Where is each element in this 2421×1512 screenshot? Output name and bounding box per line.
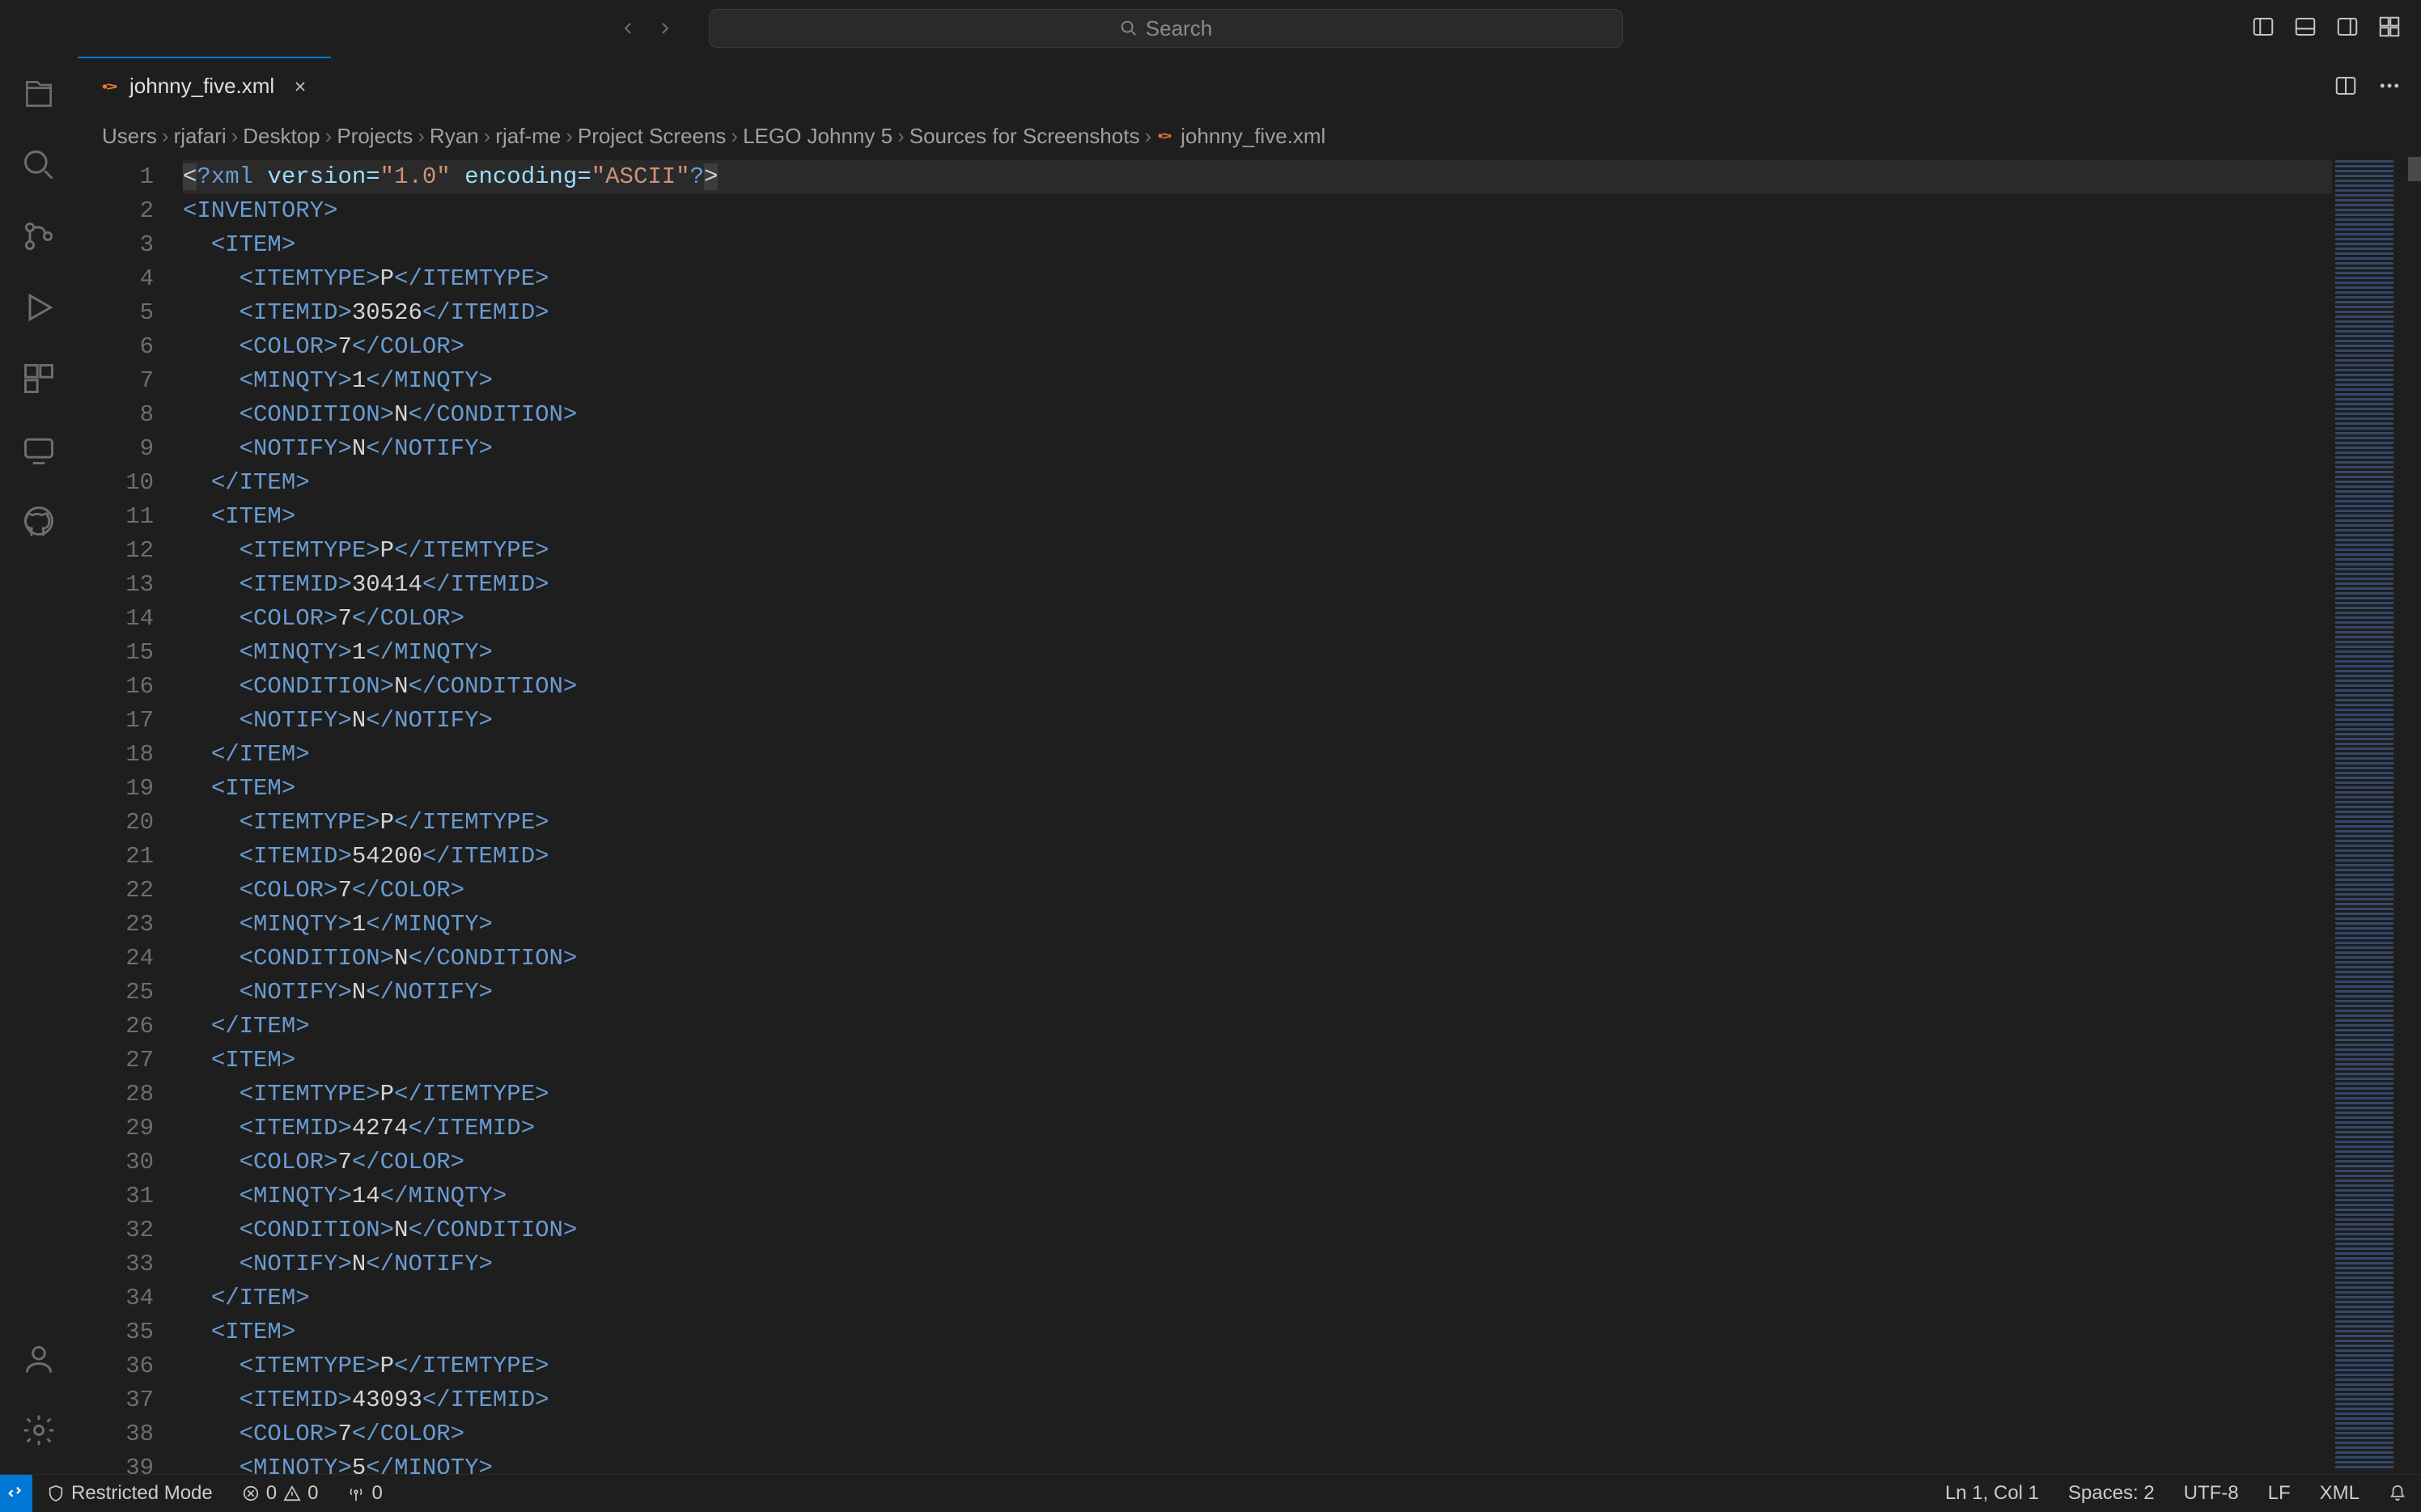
breadcrumb-item[interactable]: johnny_five.xml — [1181, 124, 1325, 149]
toggle-primary-sidebar-button[interactable] — [2251, 15, 2279, 42]
encoding-button[interactable]: UTF-8 — [2169, 1482, 2254, 1505]
problems-button[interactable]: 0 0 — [227, 1482, 333, 1505]
minimap[interactable] — [2332, 157, 2397, 1474]
accounts-button[interactable] — [18, 1338, 60, 1380]
search-tab[interactable] — [18, 144, 60, 186]
title-bar: Search — [0, 0, 2421, 57]
explorer-tab[interactable] — [18, 73, 60, 115]
editor-tabs: johnny_five.xml — [78, 57, 2421, 115]
settings-button[interactable] — [18, 1409, 60, 1451]
language-mode-button[interactable]: XML — [2305, 1482, 2374, 1505]
breadcrumb-item[interactable]: Sources for Screenshots — [909, 124, 1140, 149]
bell-icon — [2389, 1484, 2406, 1502]
status-bar: Restricted Mode 0 0 0 Ln 1, Col 1 Spaces… — [0, 1474, 2421, 1511]
remote-button[interactable] — [0, 1475, 32, 1512]
cursor-position-button[interactable]: Ln 1, Col 1 — [1931, 1482, 2054, 1505]
remote-explorer-tab[interactable] — [18, 429, 60, 471]
run-debug-tab[interactable] — [18, 286, 60, 328]
command-center-search[interactable]: Search — [709, 9, 1623, 48]
nav-forward-button[interactable] — [651, 14, 680, 43]
breadcrumb-item[interactable]: Project Screens — [578, 124, 727, 149]
breadcrumb-item[interactable]: Desktop — [243, 124, 320, 149]
code-content[interactable]: <?xml version="1.0" encoding="ASCII"?><I… — [183, 157, 2332, 1474]
radio-tower-icon — [347, 1484, 365, 1502]
xml-file-icon — [100, 78, 118, 95]
notifications-button[interactable] — [2374, 1482, 2421, 1505]
indentation-button[interactable]: Spaces: 2 — [2054, 1482, 2169, 1505]
more-actions-button[interactable] — [2377, 74, 2402, 98]
extensions-tab[interactable] — [18, 358, 60, 400]
error-count: 0 — [266, 1482, 277, 1505]
vertical-scrollbar[interactable] — [2397, 157, 2421, 1474]
search-icon — [1120, 19, 1138, 37]
port-count: 0 — [371, 1482, 382, 1505]
restricted-mode-button[interactable]: Restricted Mode — [32, 1482, 227, 1505]
warning-icon — [283, 1484, 301, 1502]
shield-icon — [47, 1484, 65, 1502]
close-icon[interactable] — [292, 78, 308, 95]
breadcrumb-item[interactable]: Projects — [337, 124, 413, 149]
search-placeholder: Search — [1146, 16, 1212, 41]
breadcrumbs[interactable]: Users › rjafari › Desktop › Projects › R… — [78, 115, 2421, 157]
activity-bar — [0, 57, 78, 1474]
github-tab[interactable] — [18, 500, 60, 542]
breadcrumb-item[interactable]: rjaf-me — [495, 124, 561, 149]
warning-count: 0 — [307, 1482, 318, 1505]
xml-file-icon — [1156, 128, 1172, 144]
tab-johnny-five-xml[interactable]: johnny_five.xml — [78, 57, 331, 114]
breadcrumb-item[interactable]: Users — [102, 124, 157, 149]
toggle-panel-button[interactable] — [2293, 15, 2321, 42]
line-number-gutter: 1234567891011121314151617181920212223242… — [78, 157, 183, 1474]
source-control-tab[interactable] — [18, 215, 60, 257]
editor[interactable]: 1234567891011121314151617181920212223242… — [78, 157, 2421, 1474]
tab-label: johnny_five.xml — [129, 74, 274, 99]
nav-back-button[interactable] — [613, 14, 642, 43]
breadcrumb-item[interactable]: Ryan — [430, 124, 479, 149]
breadcrumb-item[interactable]: LEGO Johnny 5 — [743, 124, 893, 149]
ports-button[interactable]: 0 — [333, 1482, 396, 1505]
error-icon — [242, 1484, 260, 1502]
restricted-mode-label: Restricted Mode — [71, 1482, 213, 1505]
split-editor-button[interactable] — [2334, 74, 2358, 98]
customize-layout-button[interactable] — [2377, 15, 2405, 42]
toggle-secondary-sidebar-button[interactable] — [2335, 15, 2363, 42]
eol-button[interactable]: LF — [2254, 1482, 2305, 1505]
breadcrumb-item[interactable]: rjafari — [174, 124, 227, 149]
